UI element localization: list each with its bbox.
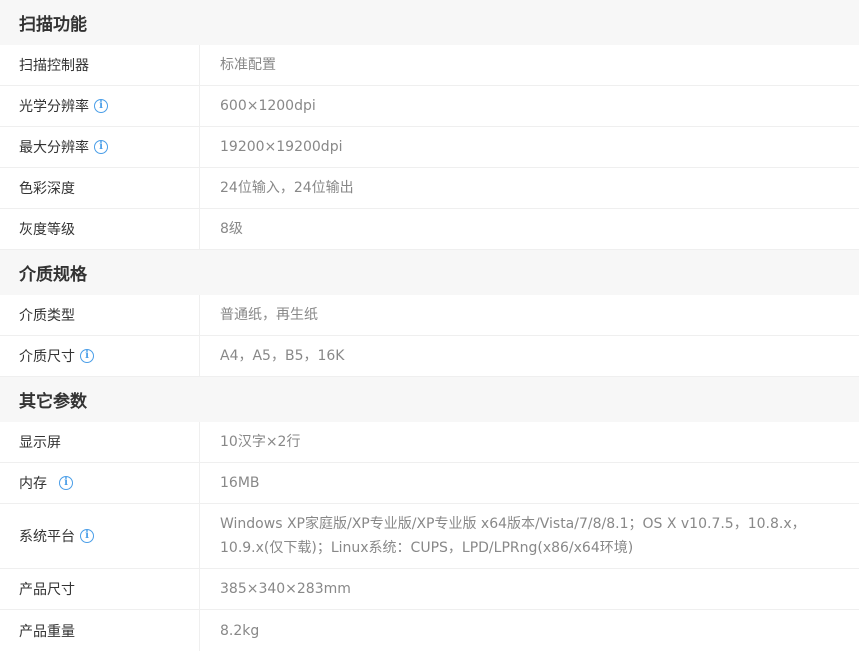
spec-label-text: 产品尺寸 [19, 582, 75, 598]
spec-label: 扫描控制器 [0, 45, 200, 85]
spec-label-text: 光学分辨率 [19, 99, 89, 115]
spec-label-text: 内存 [19, 476, 47, 492]
spec-label: 产品尺寸 [0, 569, 200, 609]
spec-label: 色彩深度 [0, 168, 200, 208]
section-header-media: 介质规格 [0, 250, 859, 295]
info-icon[interactable]: i [80, 349, 94, 363]
spec-value: 24位输入，24位输出 [220, 180, 354, 196]
spec-row-product-size: 产品尺寸 385×340×283mm [0, 569, 859, 610]
info-icon[interactable]: i [94, 140, 108, 154]
spec-row-memory: 内存 i 16MB [0, 463, 859, 504]
spec-value: 19200×19200dpi [220, 139, 343, 155]
spec-row-scan-controller: 扫描控制器 标准配置 [0, 45, 859, 86]
spec-label: 光学分辨率 i [0, 86, 200, 126]
spec-label-text: 色彩深度 [19, 181, 75, 197]
spec-label: 介质尺寸 i [0, 336, 200, 376]
spec-label-text: 最大分辨率 [19, 140, 89, 156]
info-icon[interactable]: i [59, 476, 73, 490]
spec-value: Windows XP家庭版/XP专业版/XP专业版 x64版本/Vista/7/… [220, 516, 806, 556]
spec-label: 显示屏 [0, 422, 200, 462]
spec-label-text: 介质类型 [19, 308, 75, 324]
spec-value: 标准配置 [220, 57, 276, 73]
spec-label: 产品重量 [0, 610, 200, 651]
spec-label: 灰度等级 [0, 209, 200, 249]
spec-label-text: 灰度等级 [19, 222, 75, 238]
spec-row-display: 显示屏 10汉字×2行 [0, 422, 859, 463]
spec-label-text: 扫描控制器 [19, 58, 89, 74]
spec-label: 内存 i [0, 463, 200, 503]
spec-label: 系统平台 i [0, 504, 200, 568]
spec-value: 16MB [220, 475, 260, 491]
spec-label: 最大分辨率 i [0, 127, 200, 167]
spec-row-max-resolution: 最大分辨率 i 19200×19200dpi [0, 127, 859, 168]
spec-label-text: 产品重量 [19, 623, 75, 640]
spec-value: 385×340×283mm [220, 581, 351, 597]
info-icon[interactable]: i [80, 529, 94, 543]
spec-value: 600×1200dpi [220, 98, 316, 114]
spec-row-optical-resolution: 光学分辨率 i 600×1200dpi [0, 86, 859, 127]
section-header-scan: 扫描功能 [0, 0, 859, 45]
spec-row-color-depth: 色彩深度 24位输入，24位输出 [0, 168, 859, 209]
spec-row-system-platform: 系统平台 i Windows XP家庭版/XP专业版/XP专业版 x64版本/V… [0, 504, 859, 569]
spec-label-text: 显示屏 [19, 435, 61, 451]
spec-label: 介质类型 [0, 295, 200, 335]
spec-value: A4，A5，B5，16K [220, 348, 345, 364]
spec-value: 8.2kg [220, 622, 260, 639]
spec-label-text: 介质尺寸 [19, 349, 75, 365]
spec-row-media-size: 介质尺寸 i A4，A5，B5，16K [0, 336, 859, 377]
section-header-other: 其它参数 [0, 377, 859, 422]
info-icon[interactable]: i [94, 99, 108, 113]
spec-value: 普通纸，再生纸 [220, 307, 318, 323]
spec-row-media-type: 介质类型 普通纸，再生纸 [0, 295, 859, 336]
spec-row-grayscale: 灰度等级 8级 [0, 209, 859, 250]
spec-value: 10汉字×2行 [220, 434, 301, 450]
spec-label-text: 系统平台 [19, 529, 75, 545]
spec-table: 扫描功能 扫描控制器 标准配置 光学分辨率 i 600×1200dpi 最大分辨… [0, 0, 859, 651]
spec-row-product-weight: 产品重量 8.2kg [0, 610, 859, 651]
spec-value: 8级 [220, 221, 243, 237]
